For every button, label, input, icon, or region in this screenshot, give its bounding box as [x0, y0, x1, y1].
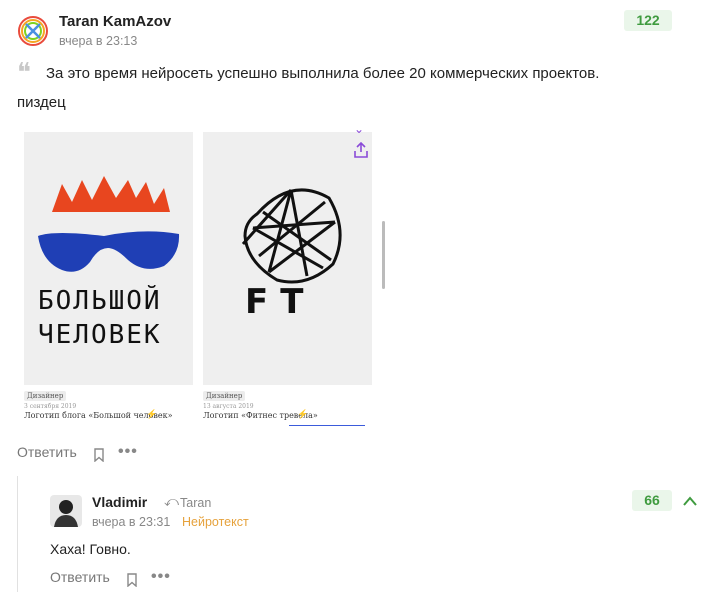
neurotext-badge[interactable]: Нейротекст	[182, 515, 249, 529]
bookmark-icon[interactable]	[93, 448, 105, 462]
ft-logo-icon	[241, 188, 342, 284]
lightning-icon: ⚡	[146, 409, 158, 419]
card-tag[interactable]: Дизайнер	[203, 391, 246, 401]
card-tag[interactable]: Дизайнер	[24, 391, 67, 401]
reply-score: 66	[632, 490, 672, 511]
chevron-down-icon[interactable]: ⌄	[354, 124, 364, 136]
reply-text: Хаха! Говно.	[50, 541, 131, 557]
embedded-image[interactable]: БОЛЬШОЙ ЧЕЛОВЕК Дизайнер 3 сентября 2019…	[17, 124, 387, 426]
user-avatar-icon	[50, 495, 82, 527]
portfolio-card-image: БОЛЬШОЙ ЧЕЛОВЕК	[24, 132, 193, 385]
big-man-logo-text-1: БОЛЬШОЙ	[38, 286, 162, 316]
portfolio-card-image: FT	[203, 132, 372, 385]
share-icon[interactable]	[353, 141, 369, 159]
quote-icon: ❝	[17, 58, 31, 88]
bookmark-icon[interactable]	[126, 573, 138, 587]
more-icon[interactable]: •••	[118, 443, 138, 461]
reply-arrow-icon: ⤺	[164, 493, 179, 509]
chevron-up-icon[interactable]	[682, 495, 698, 507]
comment-quote: За это время нейросеть успешно выполнила…	[46, 65, 600, 82]
reply-time[interactable]: вчера в 23:31	[92, 515, 170, 529]
reply-to-user[interactable]: Taran	[180, 496, 211, 510]
comment-text: пиздец	[17, 94, 66, 111]
rainbow-avatar-icon	[17, 15, 49, 47]
comment-time[interactable]: вчера в 23:13	[59, 34, 137, 48]
card-date: 3 сентября 2019	[24, 403, 77, 410]
big-man-logo-text-2: ЧЕЛОВЕК	[38, 320, 162, 350]
avatar[interactable]	[50, 495, 82, 527]
card-underline	[289, 425, 365, 426]
comment-author[interactable]: Taran KamAzov	[59, 13, 171, 30]
thread-line[interactable]	[17, 476, 19, 592]
reply-button[interactable]: Ответить	[17, 444, 77, 460]
card-date: 13 августа 2019	[203, 403, 254, 410]
reply-author[interactable]: Vladimir	[92, 494, 147, 510]
avatar[interactable]	[17, 15, 49, 47]
scrollbar-thumb[interactable]	[382, 221, 385, 289]
lightning-icon: ⚡	[297, 409, 309, 419]
ft-logo-text: FT	[245, 282, 316, 322]
more-icon[interactable]: •••	[151, 568, 171, 586]
reply-button[interactable]: Ответить	[50, 569, 110, 585]
comment-score: 122	[624, 10, 672, 31]
